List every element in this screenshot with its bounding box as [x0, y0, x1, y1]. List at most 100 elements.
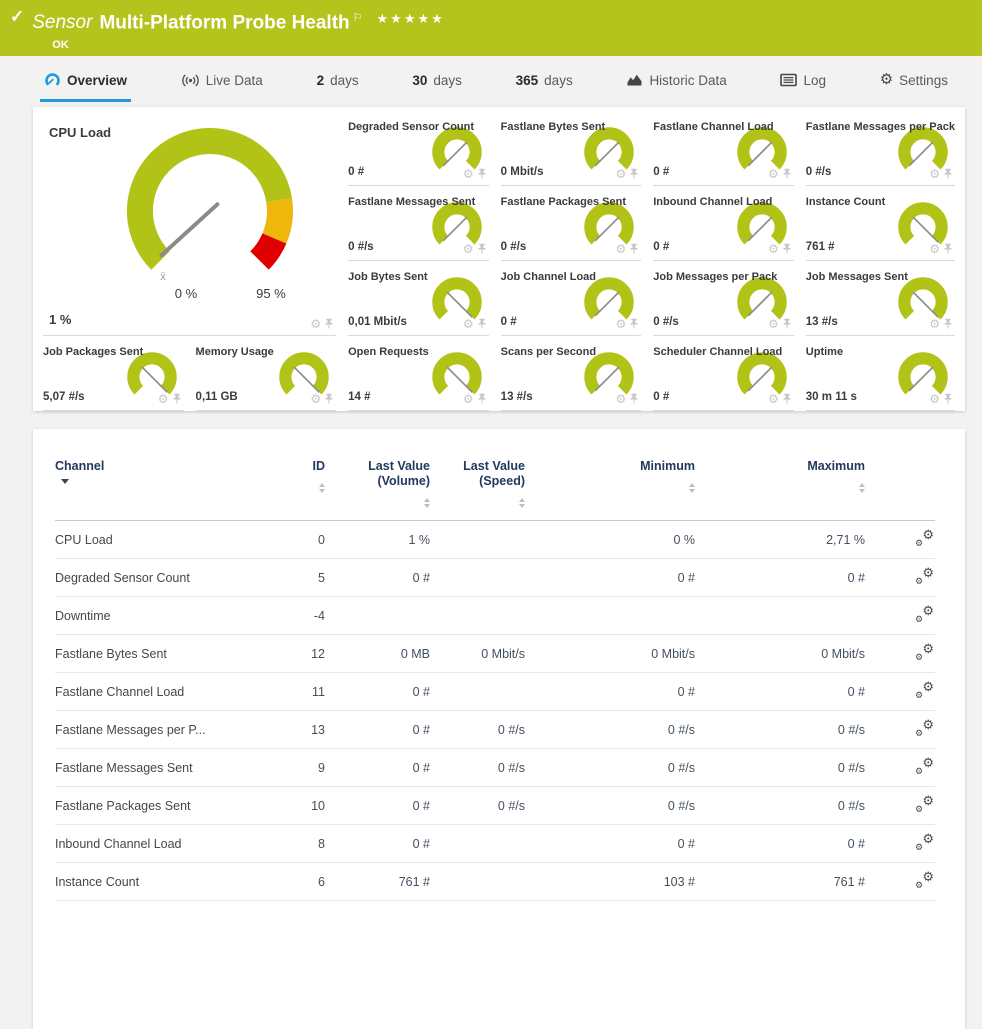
- gauge-card-actions: ⚙: [463, 393, 487, 405]
- sort-icon[interactable]: [689, 483, 695, 493]
- pin-icon[interactable]: [324, 393, 334, 405]
- gear-icon[interactable]: ⚙: [615, 243, 626, 255]
- pin-icon[interactable]: [629, 168, 639, 180]
- channel-settings-icon[interactable]: ⚙⚙: [915, 720, 935, 736]
- channel-settings-icon[interactable]: ⚙⚙: [915, 568, 935, 584]
- pin-icon[interactable]: [629, 318, 639, 330]
- channel-name-cell: Fastlane Bytes Sent: [55, 635, 270, 673]
- channel-settings-icon[interactable]: ⚙⚙: [915, 872, 935, 888]
- pin-icon[interactable]: [943, 318, 953, 330]
- gear-icon[interactable]: ⚙: [929, 243, 940, 255]
- gear-icon[interactable]: ⚙: [929, 318, 940, 330]
- gear-icon[interactable]: ⚙: [463, 243, 474, 255]
- flag-icon[interactable]: ⚐: [353, 12, 363, 24]
- pin-icon[interactable]: [943, 243, 953, 255]
- gear-icon[interactable]: ⚙: [463, 318, 474, 330]
- last-value-volume-cell: 0 #: [325, 673, 430, 711]
- last-value-speed-cell: [430, 597, 525, 635]
- column-header-id[interactable]: ID: [270, 455, 325, 521]
- gear-icon[interactable]: ⚙: [615, 393, 626, 405]
- large-gear-icon: ⚙: [922, 831, 934, 847]
- maximum-cell: [695, 597, 865, 635]
- gear-icon[interactable]: ⚙: [310, 318, 321, 330]
- sort-icon[interactable]: [424, 498, 430, 508]
- channel-settings-icon[interactable]: ⚙⚙: [915, 796, 935, 812]
- gear-icon[interactable]: ⚙: [310, 393, 321, 405]
- pin-icon[interactable]: [629, 243, 639, 255]
- sort-icon[interactable]: [519, 498, 525, 508]
- tab-historic-data[interactable]: Historic Data: [622, 65, 730, 102]
- gear-icon[interactable]: ⚙: [768, 168, 779, 180]
- tab-settings[interactable]: ⚙Settings: [876, 65, 952, 102]
- tab-log[interactable]: Log: [776, 65, 830, 102]
- tab-label: days: [330, 73, 359, 88]
- tab-overview[interactable]: Overview: [40, 65, 131, 102]
- column-header-last-value-speed[interactable]: Last Value(Speed): [430, 455, 525, 521]
- gear-icon[interactable]: ⚙: [768, 318, 779, 330]
- channel-actions-cell: ⚙⚙: [865, 825, 935, 863]
- last-value-speed-cell: [430, 863, 525, 901]
- gauge-warning-segment: [274, 200, 280, 238]
- gauge-value: 0 #: [653, 241, 669, 253]
- tab-label: days: [544, 73, 573, 88]
- column-header-minimum[interactable]: Minimum: [525, 455, 695, 521]
- pin-icon[interactable]: [629, 393, 639, 405]
- prtg-sensor-page: { "header": { "check_glyph": "✓", "kind_…: [0, 0, 982, 834]
- gear-icon[interactable]: ⚙: [463, 168, 474, 180]
- gauge-value: 13 #/s: [806, 316, 838, 328]
- gauge-card-job-packages-sent: Job Packages Sent5,07 #/s⚙: [43, 336, 184, 411]
- gear-icon[interactable]: ⚙: [768, 243, 779, 255]
- gauge-value: 0 #/s: [501, 241, 527, 253]
- sort-up-arrow: [519, 498, 525, 502]
- table-row-fastlane-messages-per-p: Fastlane Messages per P...130 #0 #/s0 #/…: [55, 711, 935, 749]
- pin-icon[interactable]: [782, 168, 792, 180]
- sort-icon[interactable]: [319, 483, 325, 493]
- pin-icon[interactable]: [943, 168, 953, 180]
- pin-icon[interactable]: [477, 393, 487, 405]
- table-row-cpu-load: CPU Load01 %0 %2,71 %⚙⚙: [55, 521, 935, 559]
- sort-down-arrow: [689, 489, 695, 493]
- pin-icon[interactable]: [477, 168, 487, 180]
- channel-settings-icon[interactable]: ⚙⚙: [915, 530, 935, 546]
- pin-icon[interactable]: [477, 243, 487, 255]
- gauge-title: Job Channel Load: [501, 271, 642, 283]
- channel-settings-icon[interactable]: ⚙⚙: [915, 758, 935, 774]
- gear-icon[interactable]: ⚙: [158, 393, 169, 405]
- column-header-last-value-volume[interactable]: Last Value(Volume): [325, 455, 430, 521]
- gear-icon[interactable]: ⚙: [929, 168, 940, 180]
- sort-desc-icon[interactable]: [61, 479, 69, 484]
- channel-settings-icon[interactable]: ⚙⚙: [915, 606, 935, 622]
- channel-settings-icon[interactable]: ⚙⚙: [915, 644, 935, 660]
- tab-2-days[interactable]: 2days: [313, 65, 363, 102]
- pin-icon[interactable]: [172, 393, 182, 405]
- tab-label: Overview: [67, 73, 127, 88]
- pin-icon[interactable]: [477, 318, 487, 330]
- gauge-value: 0 #/s: [806, 166, 832, 178]
- pin-icon[interactable]: [943, 393, 953, 405]
- gear-icon[interactable]: ⚙: [615, 318, 626, 330]
- gear-icon[interactable]: ⚙: [463, 393, 474, 405]
- last-value-volume-cell: 0 #: [325, 825, 430, 863]
- tab-live-data[interactable]: Live Data: [177, 65, 267, 102]
- pin-icon[interactable]: [782, 318, 792, 330]
- gear-icon[interactable]: ⚙: [929, 393, 940, 405]
- tab-365-days[interactable]: 365days: [512, 65, 577, 102]
- channel-table-panel: ChannelIDLast Value(Volume)Last Value(Sp…: [33, 429, 965, 1029]
- small-gear-icon: ⚙: [915, 766, 923, 777]
- pin-icon[interactable]: [782, 243, 792, 255]
- gear-icon[interactable]: ⚙: [768, 393, 779, 405]
- channel-settings-icon[interactable]: ⚙⚙: [915, 834, 935, 850]
- channel-settings-icon[interactable]: ⚙⚙: [915, 682, 935, 698]
- tab-30-days[interactable]: 30days: [408, 65, 466, 102]
- column-label: Maximum: [695, 459, 865, 474]
- gauge-value: 0 #/s: [653, 316, 679, 328]
- priority-stars-icon[interactable]: ★★★★★: [377, 11, 445, 26]
- gauge-title: Fastlane Messages per Pack: [806, 121, 955, 133]
- column-header-maximum[interactable]: Maximum: [695, 455, 865, 521]
- minimum-cell: 103 #: [525, 863, 695, 901]
- pin-icon[interactable]: [782, 393, 792, 405]
- sort-icon[interactable]: [859, 483, 865, 493]
- pin-icon[interactable]: [324, 318, 334, 330]
- gear-icon[interactable]: ⚙: [615, 168, 626, 180]
- column-header-channel[interactable]: Channel: [55, 455, 270, 521]
